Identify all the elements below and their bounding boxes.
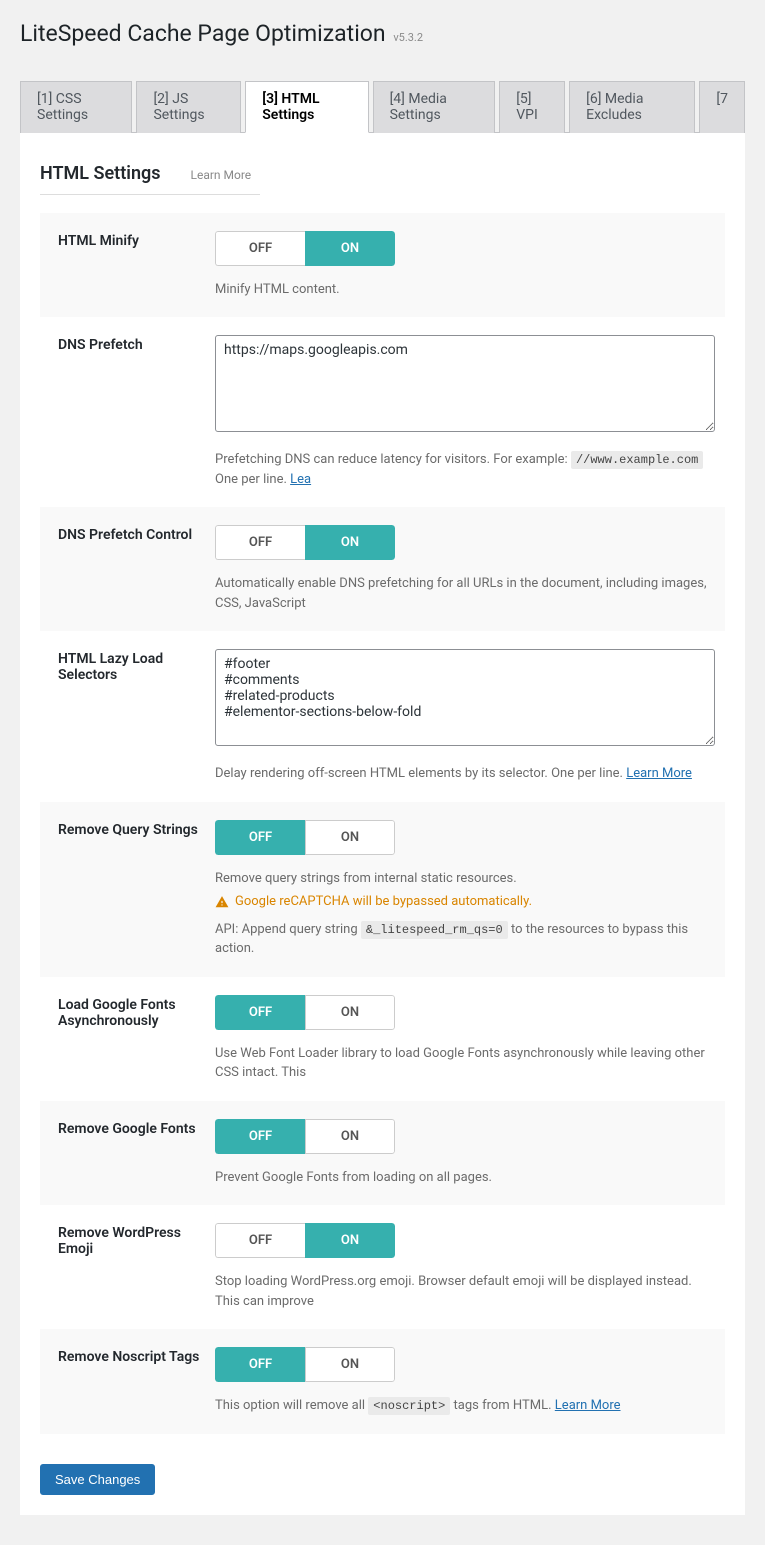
row-dns-prefetch: DNS Prefetch Prefetching DNS can reduce … [40,317,725,507]
row-remove-noscript: Remove Noscript Tags OFF ON This option … [40,1329,725,1434]
desc-dns-prefetch: Prefetching DNS can reduce latency for v… [215,450,715,489]
toggle-on[interactable]: ON [305,1119,395,1154]
toggle-off[interactable]: OFF [215,820,305,855]
toggle-on[interactable]: ON [305,525,395,560]
dns-prefetch-textarea[interactable] [215,335,715,432]
desc-dns-prefetch-control: Automatically enable DNS prefetching for… [215,574,715,613]
page-title: LiteSpeed Cache Page Optimization v5.3.2 [20,10,745,61]
toggle-on[interactable]: ON [305,1347,395,1382]
desc-html-lazy-load: Delay rendering off-screen HTML elements… [215,764,715,784]
tab-2[interactable]: [3] HTML Settings [245,81,368,133]
tab-0[interactable]: [1] CSS Settings [20,81,132,133]
row-remove-query-strings: Remove Query Strings OFF ON Remove query… [40,802,725,977]
toggle-dns-prefetch-control: OFF ON [215,525,395,560]
desc-remove-google-fonts: Prevent Google Fonts from loading on all… [215,1168,715,1188]
toggle-off[interactable]: OFF [215,231,305,266]
label-load-google-fonts-async: Load Google Fonts Asynchronously [40,977,215,1101]
toggle-html-minify: OFF ON [215,231,395,266]
save-changes-button[interactable]: Save Changes [40,1464,155,1495]
learn-more-link[interactable]: Lea [290,472,311,487]
toggle-on[interactable]: ON [305,820,395,855]
row-dns-prefetch-control: DNS Prefetch Control OFF ON Automaticall… [40,507,725,631]
learn-more-link[interactable]: Learn More [626,766,692,781]
toggle-remove-query-strings: OFF ON [215,820,395,855]
label-html-minify: HTML Minify [40,213,215,318]
row-load-google-fonts-async: Load Google Fonts Asynchronously OFF ON … [40,977,725,1101]
desc-remove-noscript: This option will remove all <noscript> t… [215,1396,715,1416]
toggle-off[interactable]: OFF [215,525,305,560]
toggle-off[interactable]: OFF [215,1223,305,1258]
row-html-lazy-load: HTML Lazy Load Selectors Delay rendering… [40,631,725,802]
row-html-minify: HTML Minify OFF ON Minify HTML content. [40,213,725,318]
page-title-text: LiteSpeed Cache Page Optimization [20,20,386,47]
toggle-on[interactable]: ON [305,1223,395,1258]
toggle-off[interactable]: OFF [215,1347,305,1382]
warning-icon [215,895,229,909]
toggle-off[interactable]: OFF [215,995,305,1030]
label-html-lazy-load: HTML Lazy Load Selectors [40,631,215,802]
tab-1[interactable]: [2] JS Settings [136,81,241,133]
section-header: HTML Settings Learn More [40,163,260,195]
version-text: v5.3.2 [393,31,423,44]
code-api-qs: &_litespeed_rm_qs=0 [361,921,508,939]
tab-5[interactable]: [6] Media Excludes [569,81,695,133]
label-dns-prefetch-control: DNS Prefetch Control [40,507,215,631]
toggle-on[interactable]: ON [305,231,395,266]
code-example-domain: //www.example.com [571,451,703,469]
desc-load-google-fonts-async: Use Web Font Loader library to load Goog… [215,1044,715,1083]
recaptcha-warning: Google reCAPTCHA will be bypassed automa… [215,892,532,912]
label-remove-query-strings: Remove Query Strings [40,802,215,977]
row-remove-wp-emoji: Remove WordPress Emoji OFF ON Stop loadi… [40,1205,725,1329]
tab-4[interactable]: [5] VPI [499,81,565,133]
nav-tabs: [1] CSS Settings[2] JS Settings[3] HTML … [20,81,745,133]
html-lazy-load-textarea[interactable] [215,649,715,746]
tab-3[interactable]: [4] Media Settings [373,81,496,133]
learn-more-link[interactable]: Learn More [191,168,252,182]
toggle-remove-wp-emoji: OFF ON [215,1223,395,1258]
toggle-off[interactable]: OFF [215,1119,305,1154]
desc-remove-query-strings: Remove query strings from internal stati… [215,869,715,959]
label-remove-wp-emoji: Remove WordPress Emoji [40,1205,215,1329]
label-dns-prefetch: DNS Prefetch [40,317,215,507]
toggle-on[interactable]: ON [305,995,395,1030]
learn-more-link[interactable]: Learn More [555,1398,621,1413]
desc-html-minify: Minify HTML content. [215,280,715,300]
desc-remove-wp-emoji: Stop loading WordPress.org emoji. Browse… [215,1272,715,1311]
settings-table: HTML Minify OFF ON Minify HTML content. … [40,213,725,1434]
tab-6[interactable]: [7 [699,81,745,133]
code-noscript: <noscript> [368,1397,450,1415]
section-title: HTML Settings [40,163,161,184]
label-remove-google-fonts: Remove Google Fonts [40,1101,215,1206]
toggle-remove-google-fonts: OFF ON [215,1119,395,1154]
content-box: HTML Settings Learn More HTML Minify OFF… [20,133,745,1515]
label-remove-noscript: Remove Noscript Tags [40,1329,215,1434]
row-remove-google-fonts: Remove Google Fonts OFF ON Prevent Googl… [40,1101,725,1206]
toggle-load-google-fonts-async: OFF ON [215,995,395,1030]
toggle-remove-noscript: OFF ON [215,1347,395,1382]
